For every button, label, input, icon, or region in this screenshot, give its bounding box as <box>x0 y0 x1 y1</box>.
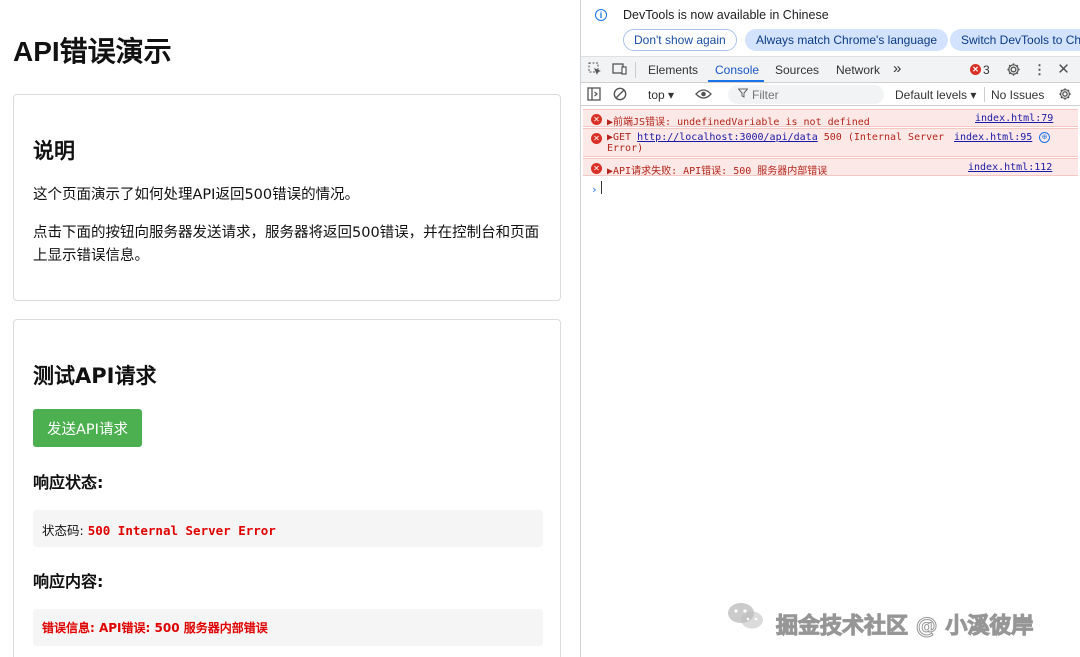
page-title: API错误演示 <box>13 36 172 67</box>
notice-text: DevTools is now available in Chinese <box>623 8 829 22</box>
tab-console[interactable]: Console <box>715 63 759 77</box>
filter-box <box>728 85 884 104</box>
live-expression-eye-icon[interactable] <box>695 87 712 102</box>
wechat-logo-icon <box>728 603 763 629</box>
sidebar-toggle-icon[interactable] <box>586 87 601 102</box>
console-error-row[interactable]: ✕ ▶API请求失败: API错误: 500 服务器内部错误 index.htm… <box>583 158 1078 177</box>
info-icon: i <box>595 9 607 21</box>
log-levels-dropdown[interactable]: Default levels ▾ <box>895 88 976 102</box>
toolbar-separator <box>984 87 985 102</box>
always-match-language-button[interactable]: Always match Chrome's language <box>745 29 949 51</box>
send-api-request-button[interactable]: 发送API请求 <box>33 409 142 447</box>
status-code-label: 状态码: <box>42 523 88 538</box>
description-heading: 说明 <box>33 139 75 163</box>
clear-console-icon[interactable] <box>612 87 627 102</box>
error-count[interactable]: 3 <box>983 63 990 77</box>
tab-sources[interactable]: Sources <box>775 63 819 77</box>
devtools-panel: i DevTools is now available in Chinese D… <box>581 0 1080 657</box>
source-link[interactable]: index.html:95 <box>954 132 1032 143</box>
test-api-card: 测试API请求 发送API请求 响应状态: 状态码: 500 Internal … <box>13 319 561 657</box>
switch-language-button[interactable]: Switch DevTools to Chi <box>950 29 1080 51</box>
network-request-icon[interactable]: ⊕ <box>1039 132 1050 143</box>
tab-elements[interactable]: Elements <box>648 63 698 77</box>
console-input-caret[interactable] <box>601 181 602 194</box>
filter-icon <box>737 88 749 101</box>
status-code-value: 500 Internal Server Error <box>87 523 276 538</box>
console-prompt-chevron-icon: › <box>591 183 598 196</box>
error-icon: ✕ <box>591 133 602 144</box>
request-method: ▶GET <box>607 132 638 143</box>
language-notice-bar: i DevTools is now available in Chinese D… <box>581 0 1080 57</box>
tab-network[interactable]: Network <box>836 63 880 77</box>
console-error-row[interactable]: ✕ ▶GET http://localhost:3000/api/data 50… <box>583 128 1078 157</box>
console-message-text: ▶API请求失败: API错误: 500 服务器内部错误 <box>607 166 828 177</box>
console-error-row[interactable]: ✕ ▶前端JS错误: undefinedVariable is not defi… <box>583 109 1078 128</box>
demo-page: API错误演示 说明 这个页面演示了如何处理API返回500错误的情况。 点击下… <box>0 0 580 657</box>
response-status-box: 状态码: 500 Internal Server Error <box>33 510 543 547</box>
console-toolbar: top ▾ Default levels ▾ No Issues <box>581 83 1080 106</box>
console-message-text: ▶GET http://localhost:3000/api/data 500 … <box>607 132 967 154</box>
issues-counter[interactable]: No Issues <box>991 88 1044 102</box>
error-icon: ✕ <box>591 163 602 174</box>
active-tab-indicator <box>708 80 764 82</box>
request-url-link[interactable]: http://localhost:3000/api/data <box>637 132 818 143</box>
more-tabs-chevron-icon[interactable]: » <box>893 60 901 77</box>
description-card: 说明 这个页面演示了如何处理API返回500错误的情况。 点击下面的按钮向服务器… <box>13 94 561 301</box>
settings-gear-icon[interactable] <box>1006 62 1021 77</box>
watermark-text: 掘金技术社区 @ 小溪彼岸 <box>775 614 1034 640</box>
error-icon: ✕ <box>591 114 602 125</box>
filter-input[interactable] <box>752 86 872 103</box>
source-link[interactable]: index.html:79 <box>975 113 1053 124</box>
source-link[interactable]: index.html:112 <box>968 162 1052 173</box>
response-content-box: 错误信息: API错误: 500 服务器内部错误 <box>33 609 543 646</box>
console-message-text: ▶前端JS错误: undefinedVariable is not define… <box>607 117 870 128</box>
error-message-text: 错误信息: API错误: 500 服务器内部错误 <box>42 621 268 635</box>
tab-separator <box>635 62 636 78</box>
devtools-tab-bar: Elements Console Sources Network » ✕ 3 ⋮… <box>581 57 1080 83</box>
description-text-1: 这个页面演示了如何处理API返回500错误的情况。 <box>33 187 360 203</box>
inspect-element-icon[interactable] <box>587 62 602 77</box>
response-content-heading: 响应内容: <box>33 572 104 591</box>
test-api-heading: 测试API请求 <box>33 364 157 388</box>
console-settings-gear-icon[interactable] <box>1057 87 1072 102</box>
dont-show-again-button[interactable]: Don't show again <box>623 29 737 51</box>
error-count-icon[interactable]: ✕ <box>970 64 981 75</box>
close-devtools-icon[interactable]: ✕ <box>1056 62 1071 77</box>
more-options-icon[interactable]: ⋮ <box>1032 62 1047 77</box>
description-text-2: 点击下面的按钮向服务器发送请求，服务器将返回500错误，并在控制台和页面上显示错… <box>33 225 540 264</box>
context-selector[interactable]: top ▾ <box>648 88 674 102</box>
response-status-heading: 响应状态: <box>33 473 104 492</box>
device-toolbar-icon[interactable] <box>612 62 627 77</box>
